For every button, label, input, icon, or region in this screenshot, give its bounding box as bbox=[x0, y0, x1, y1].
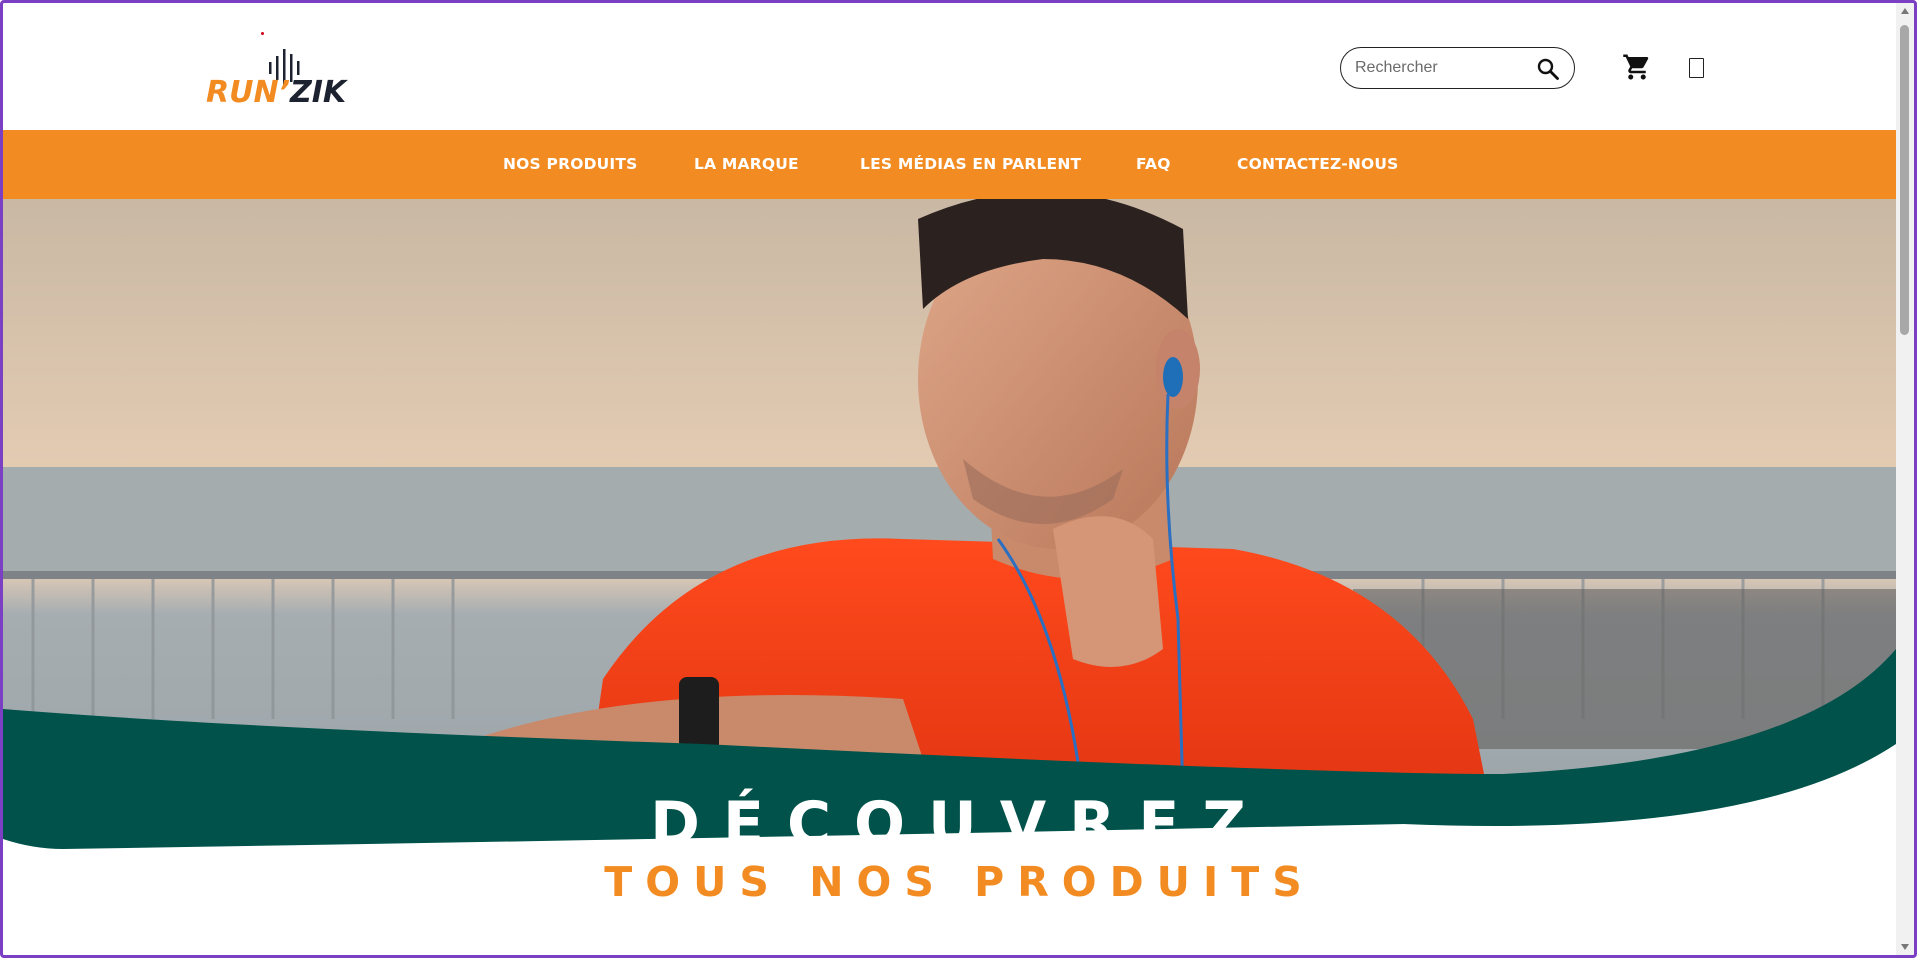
page-scrollbar[interactable] bbox=[1896, 3, 1914, 955]
nav-item-la-marque[interactable]: LA MARQUE bbox=[694, 155, 799, 173]
logo-dot bbox=[261, 32, 264, 35]
search-box bbox=[1340, 47, 1575, 89]
hero-title-decouvrez: DÉCOUVREZ bbox=[650, 789, 1269, 859]
scroll-down-arrow-icon[interactable] bbox=[1901, 944, 1909, 950]
account-icon[interactable] bbox=[1689, 58, 1704, 78]
search-input[interactable] bbox=[1355, 57, 1525, 79]
logo-text-zik: ZIK bbox=[289, 75, 347, 110]
nav-item-nos-produits[interactable]: NOS PRODUITS bbox=[503, 155, 638, 173]
logo-text-run: RUN’ bbox=[206, 75, 290, 110]
nav-item-contact[interactable]: CONTACTEZ-NOUS bbox=[1237, 155, 1399, 173]
scroll-thumb[interactable] bbox=[1900, 25, 1909, 335]
hero-subtitle-produits: TOUS NOS PRODUITS bbox=[604, 858, 1315, 906]
cart-icon[interactable] bbox=[1622, 52, 1652, 82]
nav-list: NOS PRODUITS LA MARQUE LES MÉDIAS EN PAR… bbox=[3, 130, 1896, 199]
nav-item-faq[interactable]: FAQ bbox=[1136, 155, 1171, 173]
brand-logo[interactable]: RUN’ZIK bbox=[203, 23, 373, 113]
main-navigation: NOS PRODUITS LA MARQUE LES MÉDIAS EN PAR… bbox=[3, 130, 1896, 199]
search-icon[interactable] bbox=[1536, 57, 1560, 81]
nav-item-medias[interactable]: LES MÉDIAS EN PARLENT bbox=[860, 155, 1081, 173]
site-header: RUN’ZIK bbox=[3, 3, 1896, 130]
logo-wordmark: RUN’ZIK bbox=[206, 75, 346, 110]
scroll-up-arrow-icon[interactable] bbox=[1901, 8, 1909, 14]
hero-banner[interactable]: DÉCOUVREZ TOUS NOS PRODUITS bbox=[3, 199, 1896, 955]
